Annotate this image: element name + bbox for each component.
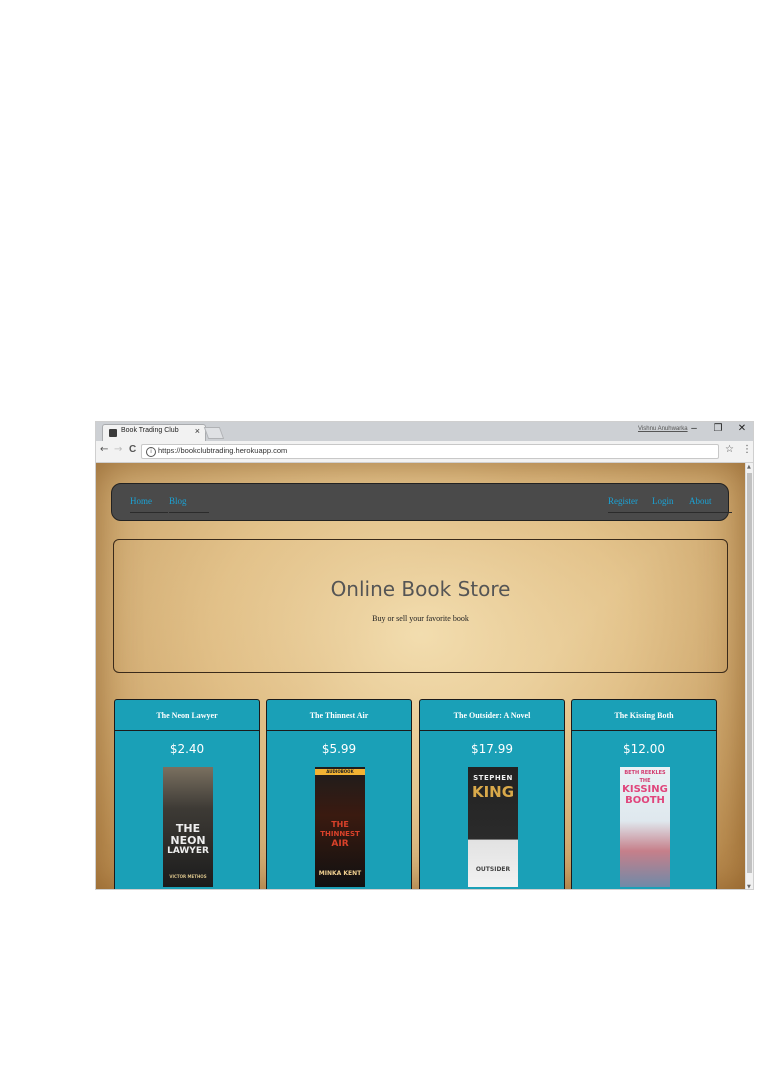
page-viewport: Home Blog Register Login About Online Bo…	[96, 463, 745, 889]
book-price: $5.99	[321, 742, 357, 756]
cover-text: THE	[175, 822, 201, 835]
book-title[interactable]: The Kissing Both	[572, 700, 716, 731]
restore-button[interactable]: ❐	[709, 423, 727, 434]
book-card[interactable]: The Neon Lawyer $2.40 THE NEON LAWYER VI…	[114, 699, 260, 889]
book-title[interactable]: The Outsider: A Novel	[420, 700, 564, 731]
address-bar: ← → C i https://bookclubtrading.herokuap…	[96, 441, 753, 463]
scroll-down-icon[interactable]: ▼	[747, 884, 751, 889]
nav-home-link[interactable]: Home	[130, 496, 168, 513]
new-tab-button[interactable]	[203, 427, 225, 439]
cover-text: AIR	[331, 839, 349, 849]
scroll-thumb[interactable]	[747, 473, 752, 873]
cover-badge: AUDIOBOOK	[315, 769, 365, 775]
browser-menu-icon[interactable]: ⋮	[742, 444, 752, 455]
forward-icon[interactable]: →	[114, 444, 122, 455]
cover-author: MINKA KENT	[318, 870, 362, 877]
reload-icon[interactable]: C	[129, 444, 136, 455]
cover-author-surname: KING	[471, 783, 515, 801]
page-subtitle: Buy or sell your favorite book	[372, 614, 469, 623]
page-scrollbar[interactable]: ▲ ▼	[745, 463, 753, 889]
book-price: $17.99	[471, 742, 513, 756]
book-title[interactable]: The Thinnest Air	[267, 700, 411, 731]
book-cover[interactable]: THE NEON LAWYER VICTOR METHOS	[163, 767, 213, 887]
browser-tab[interactable]: Book Trading Club ×	[102, 424, 206, 441]
nav-login-link[interactable]: Login	[652, 496, 692, 513]
book-card[interactable]: The Thinnest Air $5.99 AUDIOBOOK THE THI…	[266, 699, 412, 889]
book-cover[interactable]: STEPHEN KING OUTSIDER	[468, 767, 518, 887]
back-icon[interactable]: ←	[100, 444, 108, 455]
scroll-up-icon[interactable]: ▲	[747, 464, 751, 470]
book-card[interactable]: The Outsider: A Novel $17.99 STEPHEN KIN…	[419, 699, 565, 889]
nav-register-link[interactable]: Register	[608, 496, 656, 513]
cover-text: THINNEST	[320, 830, 360, 838]
browser-window: Book Trading Club × Vishnu Anuhwarka – ❐…	[95, 421, 754, 890]
info-icon[interactable]: i	[146, 447, 156, 457]
url-text[interactable]: https://bookclubtrading.herokuapp.com	[158, 446, 287, 455]
bookmark-star-icon[interactable]: ☆	[725, 444, 734, 455]
tab-close-icon[interactable]: ×	[195, 426, 200, 436]
tab-strip: Book Trading Club × Vishnu Anuhwarka – ❐…	[96, 422, 753, 441]
cover-text: THE	[331, 820, 349, 829]
book-price: $2.40	[169, 742, 205, 756]
book-cover[interactable]: BETH REEKLES THE KISSING BOOTH	[620, 767, 670, 887]
book-price: $12.00	[623, 742, 665, 756]
book-card[interactable]: The Kissing Both $12.00 BETH REEKLES THE…	[571, 699, 717, 889]
tab-title: Book Trading Club	[121, 427, 179, 434]
cover-text: KISSING	[622, 784, 668, 795]
site-navbar: Home Blog Register Login About	[111, 483, 732, 521]
profile-label[interactable]: Vishnu Anuhwarka	[638, 426, 688, 432]
url-input[interactable]: i https://bookclubtrading.herokuapp.com	[141, 444, 719, 459]
cover-text: LAWYER	[167, 846, 209, 856]
cover-author: STEPHEN	[473, 774, 513, 782]
nav-about-link[interactable]: About	[689, 496, 732, 513]
hero-panel: Online Book Store Buy or sell your favor…	[113, 539, 728, 673]
cover-text: NEON	[170, 834, 206, 847]
book-cover[interactable]: AUDIOBOOK THE THINNEST AIR MINKA KENT	[315, 767, 365, 887]
favicon-icon	[109, 429, 117, 437]
page-title: Online Book Store	[330, 577, 511, 601]
cover-author: BETH REEKLES	[624, 770, 666, 776]
cover-text: BOOTH	[625, 795, 665, 806]
cover-text: OUTSIDER	[475, 866, 511, 873]
nav-blog-link[interactable]: Blog	[169, 496, 209, 513]
cover-author: VICTOR METHOS	[169, 874, 207, 879]
close-window-button[interactable]: ✕	[733, 423, 751, 434]
book-title[interactable]: The Neon Lawyer	[115, 700, 259, 731]
minimize-button[interactable]: –	[685, 423, 703, 434]
